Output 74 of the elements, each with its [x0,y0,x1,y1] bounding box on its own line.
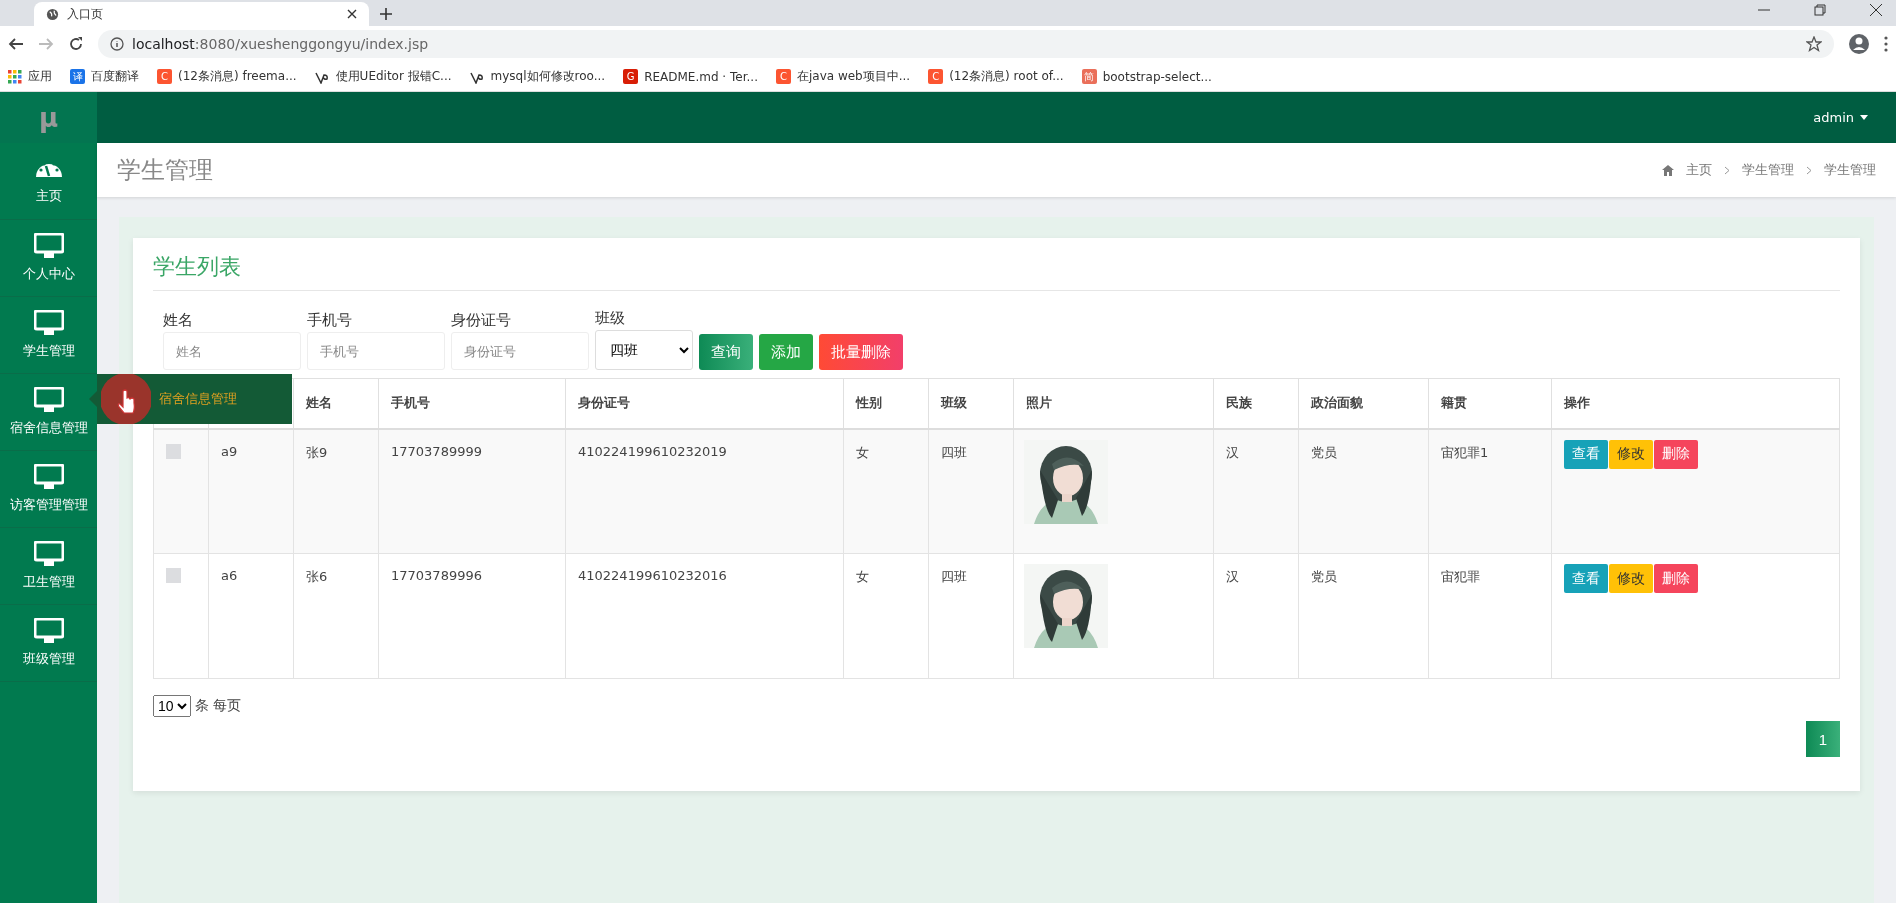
column-header: 身份证号 [565,378,844,429]
bookmark[interactable]: C 在java web项目中... [775,68,911,85]
bookmark[interactable]: 简 bootstrap-select... [1081,69,1212,84]
site-icon: C [928,69,944,84]
action-button[interactable]: 删除 [1654,439,1698,469]
address-bar[interactable]: localhost:8080/xueshenggongyu/index.jsp [98,30,1834,58]
table-cell: 汉 [1213,553,1299,679]
logo: μ [0,92,97,143]
table-cell: 410224199610232016 [565,553,844,679]
site-icon: G [623,69,639,84]
breadcrumb-item[interactable]: 学生管理 [1742,161,1794,179]
user-menu[interactable]: admin [1813,110,1868,125]
table-cell: 党员 [1298,428,1429,554]
class-select[interactable]: 四班 [595,330,693,370]
site-icon: 简 [1081,69,1097,84]
action-button[interactable]: 修改 [1609,564,1653,593]
column-header: 手机号 [378,378,566,429]
breadcrumb-item[interactable]: 主页 [1686,161,1712,179]
column-header: 班级 [928,378,1014,429]
table-cell: 四班 [928,428,1014,554]
page-size-label: 条 每页 [195,697,242,715]
tab-title: 入口页 [67,5,103,23]
column-header: 民族 [1213,378,1299,429]
table-cell: 17703789999 [378,428,566,554]
table-cell: 女 [843,428,929,554]
filter-label: 手机号 [307,311,353,330]
delete-button[interactable]: 批量删除 [819,334,903,370]
table-cell: 党员 [1298,553,1429,679]
table-cell: 女 [843,553,929,679]
bookmark[interactable]: 使用UEditor 报错C... [314,68,452,85]
bookmark[interactable]: C (12条消息) root of... [928,68,1064,85]
search-button[interactable]: 查询 [699,334,753,370]
bookmark[interactable]: C (12条消息) freema... [157,68,297,85]
filter-label: 班级 [595,309,626,328]
page-size-select[interactable]: 10 [153,695,191,717]
page-title: 学生管理 [117,155,213,186]
bookmark[interactable]: G README.md · Ter... [623,69,758,84]
add-button[interactable]: 添加 [759,334,813,370]
action-button[interactable]: 查看 [1564,439,1608,469]
page-button[interactable]: 1 [1806,721,1840,757]
bookmark[interactable]: mysql如何修改roo... [469,68,606,85]
input-field[interactable]: 手机号 [307,332,445,370]
action-button[interactable]: 删除 [1654,564,1698,593]
card-title: 学生列表 [153,252,1840,291]
site-icon: 译 [70,69,85,84]
column-header: 姓名 [293,378,379,429]
table-cell: 410224199610232019 [565,428,844,554]
breadcrumb-item[interactable]: 学生管理 [1824,161,1876,179]
tooltip: 宿舍信息管理 [97,374,292,424]
input-field[interactable]: 姓名 [163,332,301,370]
table-cell: 宙犯罪 [1428,553,1552,679]
table-cell: 汉 [1213,428,1299,554]
column-header: 籍贯 [1428,378,1552,429]
bookmark[interactable]: 译 百度翻译 [70,68,139,85]
table-cell: 四班 [928,553,1014,679]
table-cell: 17703789996 [378,553,566,679]
site-icon: C [775,69,791,84]
table-cell: 张9 [293,428,379,554]
table-cell: a6 [208,553,294,679]
site-icon: C [157,69,172,84]
column-header: 政治面貌 [1298,378,1429,429]
column-header: 操作 [1551,378,1840,429]
input-field[interactable]: 身份证号 [451,332,589,370]
table-cell: 张6 [293,553,379,679]
column-header: 性别 [843,378,929,429]
table-cell: 宙犯罪1 [1428,428,1552,554]
bookmark[interactable]: 应用 [8,68,52,85]
browser-tab[interactable]: 入口页 [34,2,369,26]
filter-label: 姓名 [163,311,194,330]
column-header: 照片 [1013,378,1214,429]
action-button[interactable]: 查看 [1564,564,1608,593]
action-button[interactable]: 修改 [1609,439,1653,469]
table-cell: a9 [208,428,294,554]
filter-label: 身份证号 [451,311,512,330]
